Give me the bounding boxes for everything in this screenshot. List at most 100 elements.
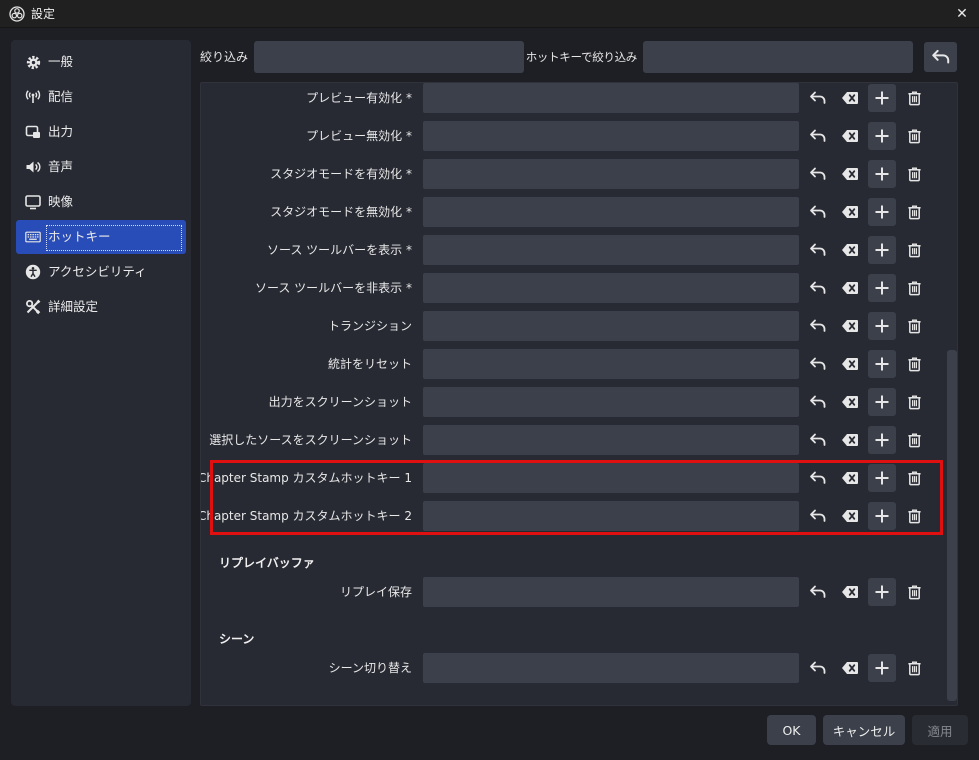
add-button[interactable] [868,236,896,264]
clear-button[interactable] [836,84,864,112]
hotkey-input[interactable] [423,349,799,379]
revert-button[interactable] [804,464,832,492]
hotkey-input[interactable] [423,121,799,151]
add-button[interactable] [868,122,896,150]
hotkey-row: ソース ツールバーを表示 * [201,231,946,269]
add-button[interactable] [868,654,896,682]
add-button[interactable] [868,312,896,340]
sidebar-item-advanced[interactable]: 詳細設定 [16,290,186,324]
hotkey-row: Chapter Stamp カスタムホットキー 1 [201,459,946,497]
add-button[interactable] [868,274,896,302]
reset-all-button[interactable] [924,42,957,72]
hotkey-input[interactable] [423,463,799,493]
delete-button[interactable] [900,654,928,682]
revert-button[interactable] [804,84,832,112]
revert-button[interactable] [804,654,832,682]
delete-button[interactable] [900,122,928,150]
hotkey-filter-input[interactable] [643,41,913,73]
sidebar-item-accessibility[interactable]: アクセシビリティ [16,255,186,289]
revert-button[interactable] [804,578,832,606]
revert-button[interactable] [804,198,832,226]
title-bar: 設定 ✕ [0,0,979,28]
clear-button[interactable] [836,464,864,492]
revert-button[interactable] [804,388,832,416]
clear-button[interactable] [836,160,864,188]
delete-button[interactable] [900,502,928,530]
clear-button[interactable] [836,426,864,454]
hotkey-input[interactable] [423,83,799,113]
clear-button[interactable] [836,274,864,302]
hotkey-input[interactable] [423,387,799,417]
clear-button[interactable] [836,654,864,682]
revert-button[interactable] [804,160,832,188]
add-button[interactable] [868,426,896,454]
hotkey-label: トランジション [327,319,412,333]
delete-button[interactable] [900,160,928,188]
hotkey-row: プレビュー無効化 * [201,117,946,155]
add-button[interactable] [868,388,896,416]
hotkey-input[interactable] [423,273,799,303]
add-button[interactable] [868,84,896,112]
trash-icon [907,90,922,106]
hotkey-input[interactable] [423,311,799,341]
revert-button[interactable] [804,274,832,302]
sidebar-item-video[interactable]: 映像 [16,185,186,219]
apply-button[interactable]: 適用 [912,715,968,745]
clear-button[interactable] [836,578,864,606]
revert-button[interactable] [804,122,832,150]
clear-icon [841,471,859,485]
ok-button[interactable]: OK [767,715,816,745]
delete-button[interactable] [900,350,928,378]
clear-button[interactable] [836,122,864,150]
clear-button[interactable] [836,388,864,416]
delete-button[interactable] [900,464,928,492]
hotkey-input[interactable] [423,653,799,683]
sidebar-item-stream[interactable]: 配信 [16,80,186,114]
clear-button[interactable] [836,312,864,340]
vertical-scrollbar[interactable] [946,83,957,705]
add-button[interactable] [868,464,896,492]
clear-button[interactable] [836,350,864,378]
clear-button[interactable] [836,502,864,530]
sidebar-item-general[interactable]: 一般 [16,45,186,79]
delete-button[interactable] [900,84,928,112]
delete-button[interactable] [900,198,928,226]
sidebar-item-hotkeys[interactable]: ホットキー [16,220,186,254]
clear-button[interactable] [836,198,864,226]
hotkey-label: 選択したソースをスクリーンショット [209,433,412,447]
hotkey-input[interactable] [423,577,799,607]
add-button[interactable] [868,502,896,530]
undo-icon [809,280,827,296]
add-button[interactable] [868,160,896,188]
delete-button[interactable] [900,312,928,340]
delete-button[interactable] [900,426,928,454]
scrollbar-thumb[interactable] [947,350,957,701]
cancel-button[interactable]: キャンセル [823,715,905,745]
filter-input[interactable] [254,41,524,73]
close-button[interactable]: ✕ [945,0,979,28]
hotkey-input[interactable] [423,197,799,227]
clear-button[interactable] [836,236,864,264]
revert-button[interactable] [804,236,832,264]
hotkey-input[interactable] [423,159,799,189]
hotkey-label: 統計をリセット [327,357,412,371]
plus-icon [874,470,890,486]
sidebar-item-output[interactable]: 出力 [16,115,186,149]
undo-icon [809,166,827,182]
revert-button[interactable] [804,426,832,454]
add-button[interactable] [868,350,896,378]
add-button[interactable] [868,578,896,606]
delete-button[interactable] [900,236,928,264]
revert-button[interactable] [804,312,832,340]
delete-button[interactable] [900,274,928,302]
hotkey-input[interactable] [423,235,799,265]
delete-button[interactable] [900,388,928,416]
hotkey-input[interactable] [423,425,799,455]
delete-button[interactable] [900,578,928,606]
add-button[interactable] [868,198,896,226]
sidebar-item-label: 一般 [48,54,74,69]
revert-button[interactable] [804,350,832,378]
hotkey-input[interactable] [423,501,799,531]
sidebar-item-audio[interactable]: 音声 [16,150,186,184]
revert-button[interactable] [804,502,832,530]
